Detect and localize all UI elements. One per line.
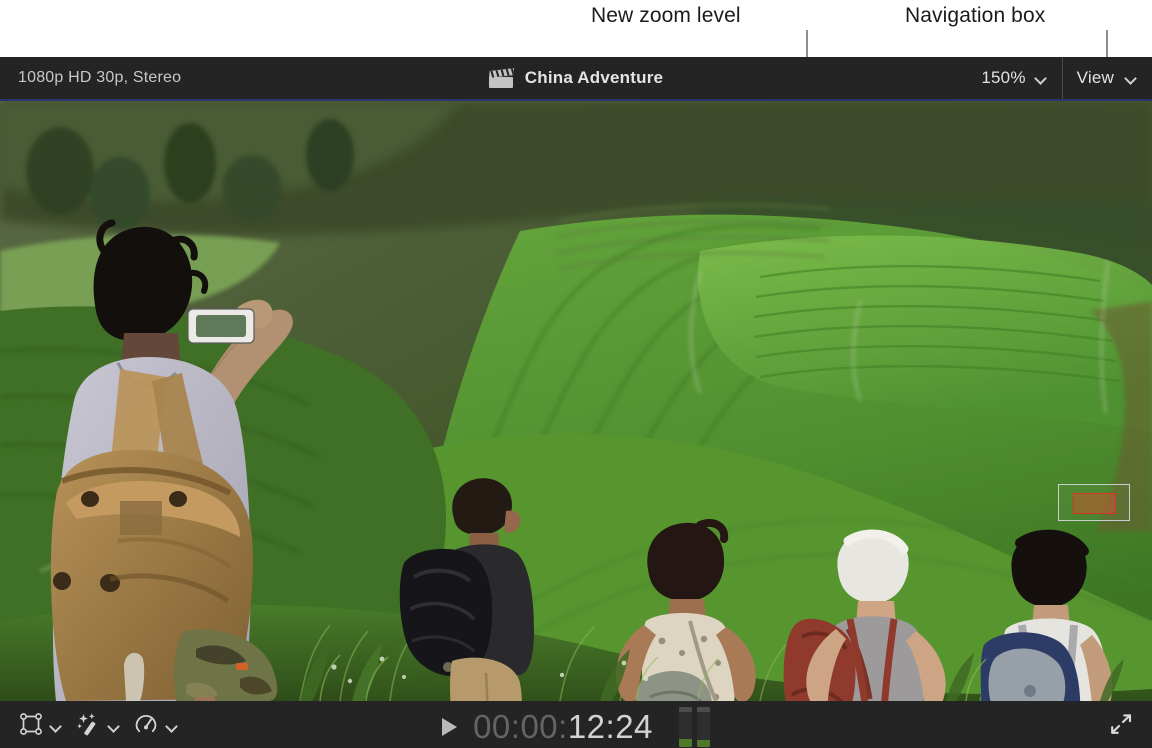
view-menu-label: View [1076,68,1114,87]
callout-label-new-zoom-level: New zoom level [591,4,741,27]
audio-meter-left [678,706,692,747]
screenshot-root: New zoom level Navigation box 1080p HD 3… [0,0,1152,748]
viewer-bottom-bar: 00:00: 12:24 [0,701,1152,748]
timecode-display[interactable]: 00:00: 12:24 [473,708,653,746]
clapperboard-icon [488,67,514,88]
timecode-leading-zeros: 00:00: [473,707,568,745]
chevron-down-icon [1035,73,1046,84]
navigation-box-overlay[interactable] [1058,484,1130,521]
audio-meter-right [696,706,710,747]
show-full-screen-button[interactable] [1108,714,1134,740]
video-frame-image [0,101,1152,701]
audio-meters[interactable] [678,706,710,747]
viewer-top-bar-right-controls: 150% View [981,57,1152,99]
play-triangle-icon[interactable] [442,717,458,736]
chevron-down-icon [1125,73,1136,84]
project-title: China Adventure [524,68,664,87]
timecode-value: 12:24 [567,707,653,745]
transport-controls: 00:00: 12:24 [0,706,1152,747]
navigation-box-visible-area[interactable] [1073,493,1116,514]
viewer-window: 1080p HD 30p, Stereo China Adventure 150… [0,57,1152,748]
clip-format-label: 1080p HD 30p, Stereo [18,69,182,86]
viewer-video-canvas[interactable] [0,101,1152,701]
callout-label-navigation-box: Navigation box [905,4,1046,27]
viewer-top-bar: 1080p HD 30p, Stereo China Adventure 150… [0,57,1152,101]
expand-diagonal-arrows-icon [1109,712,1133,741]
view-popup-button[interactable]: View [1061,57,1152,99]
zoom-level-value: 150% [981,68,1026,87]
zoom-level-popup-button[interactable]: 150% [981,57,1061,99]
